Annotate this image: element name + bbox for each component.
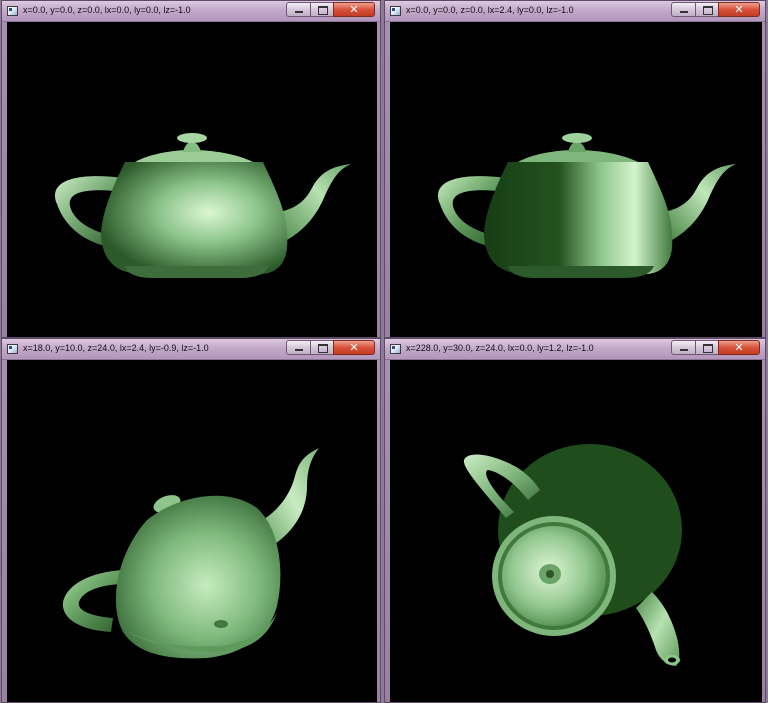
app-icon[interactable] [390,6,401,16]
teapot-window-3[interactable]: x=18.0, y=10.0, z=24.0, lx=2.4, ly=-0.9,… [1,338,381,703]
teapot-spout [636,592,680,666]
maximize-icon [703,6,713,15]
lid-knob-stem [183,142,201,152]
teapot-tilted-view [62,448,319,659]
app-icon[interactable] [7,344,18,354]
maximize-button[interactable] [310,340,334,355]
close-button[interactable]: ✕ [718,2,760,17]
window-title: x=0.0, y=0.0, z=0.0, lx=2.4, ly=0.0, lz=… [406,5,574,15]
teapot-base [125,266,269,278]
minimize-button[interactable] [286,2,311,17]
close-icon: ✕ [734,3,744,16]
app-icon[interactable] [390,344,401,354]
render-canvas[interactable] [7,22,377,337]
render-canvas[interactable] [390,22,762,337]
teapot-spout [664,164,736,244]
minimize-icon [680,11,688,13]
minimize-button[interactable] [286,340,311,355]
minimize-button[interactable] [671,340,696,355]
render-canvas[interactable] [390,360,762,702]
app-icon[interactable] [7,6,18,16]
spout-opening [668,657,676,663]
teapot-spout [279,164,351,244]
lid-knob [177,133,207,143]
maximize-icon [318,6,328,15]
maximize-button[interactable] [310,2,334,17]
window-title: x=18.0, y=10.0, z=24.0, lx=2.4, ly=-0.9,… [23,343,209,353]
lid-knob-stem [568,142,586,152]
close-icon: ✕ [734,341,744,354]
teapot-window-1[interactable]: x=0.0, y=0.0, z=0.0, lx=0.0, ly=0.0, lz=… [1,0,381,338]
maximize-button[interactable] [695,340,719,355]
teapot-window-4[interactable]: x=228.0, y=30.0, z=24.0, lx=0.0, ly=1.2,… [384,338,766,703]
teapot-bottom-dimple [214,620,228,628]
maximize-icon [703,344,713,353]
teapot-body [101,162,288,274]
teapot-side-view-lit [438,133,736,278]
desktop: x=0.0, y=0.0, z=0.0, lx=0.0, ly=0.0, lz=… [0,0,768,703]
lid-knob-center [546,570,554,578]
title-bar[interactable]: x=0.0, y=0.0, z=0.0, lx=0.0, ly=0.0, lz=… [2,1,380,22]
maximize-icon [318,344,328,353]
window-title: x=0.0, y=0.0, z=0.0, lx=0.0, ly=0.0, lz=… [23,5,191,15]
window-controls: ✕ [286,340,375,355]
window-controls: ✕ [671,2,760,17]
title-bar[interactable]: x=228.0, y=30.0, z=24.0, lx=0.0, ly=1.2,… [385,339,765,360]
minimize-button[interactable] [671,2,696,17]
close-button[interactable]: ✕ [333,340,375,355]
window-title: x=228.0, y=30.0, z=24.0, lx=0.0, ly=1.2,… [406,343,594,353]
teapot-side-view [55,133,351,278]
title-bar[interactable]: x=18.0, y=10.0, z=24.0, lx=2.4, ly=-0.9,… [2,339,380,360]
close-icon: ✕ [349,341,359,354]
teapot-body [115,495,281,659]
teapot-top-down-view [463,444,682,666]
maximize-button[interactable] [695,2,719,17]
close-button[interactable]: ✕ [333,2,375,17]
render-canvas[interactable] [7,360,377,702]
teapot-window-2[interactable]: x=0.0, y=0.0, z=0.0, lx=2.4, ly=0.0, lz=… [384,0,766,338]
window-controls: ✕ [286,2,375,17]
minimize-icon [295,349,303,351]
minimize-icon [680,349,688,351]
window-controls: ✕ [671,340,760,355]
teapot-base [508,266,654,278]
minimize-icon [295,11,303,13]
title-bar[interactable]: x=0.0, y=0.0, z=0.0, lx=2.4, ly=0.0, lz=… [385,1,765,22]
close-button[interactable]: ✕ [718,340,760,355]
lid-knob [562,133,592,143]
close-icon: ✕ [349,3,359,16]
teapot-body [484,162,673,274]
